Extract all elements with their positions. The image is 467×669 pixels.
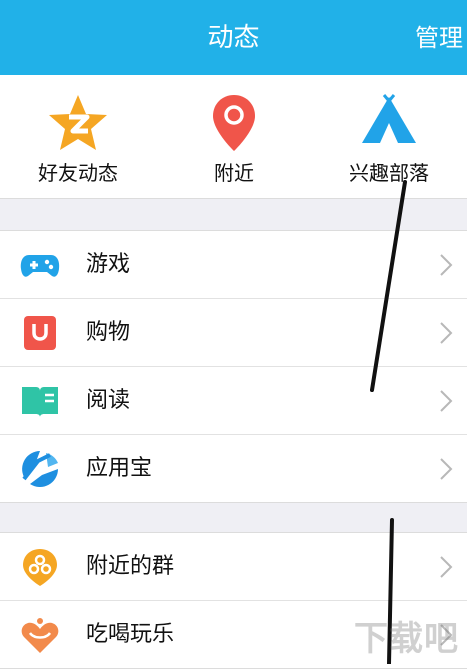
watermark: 下载吧 <box>354 619 459 659</box>
annotation-strokes <box>370 180 407 664</box>
